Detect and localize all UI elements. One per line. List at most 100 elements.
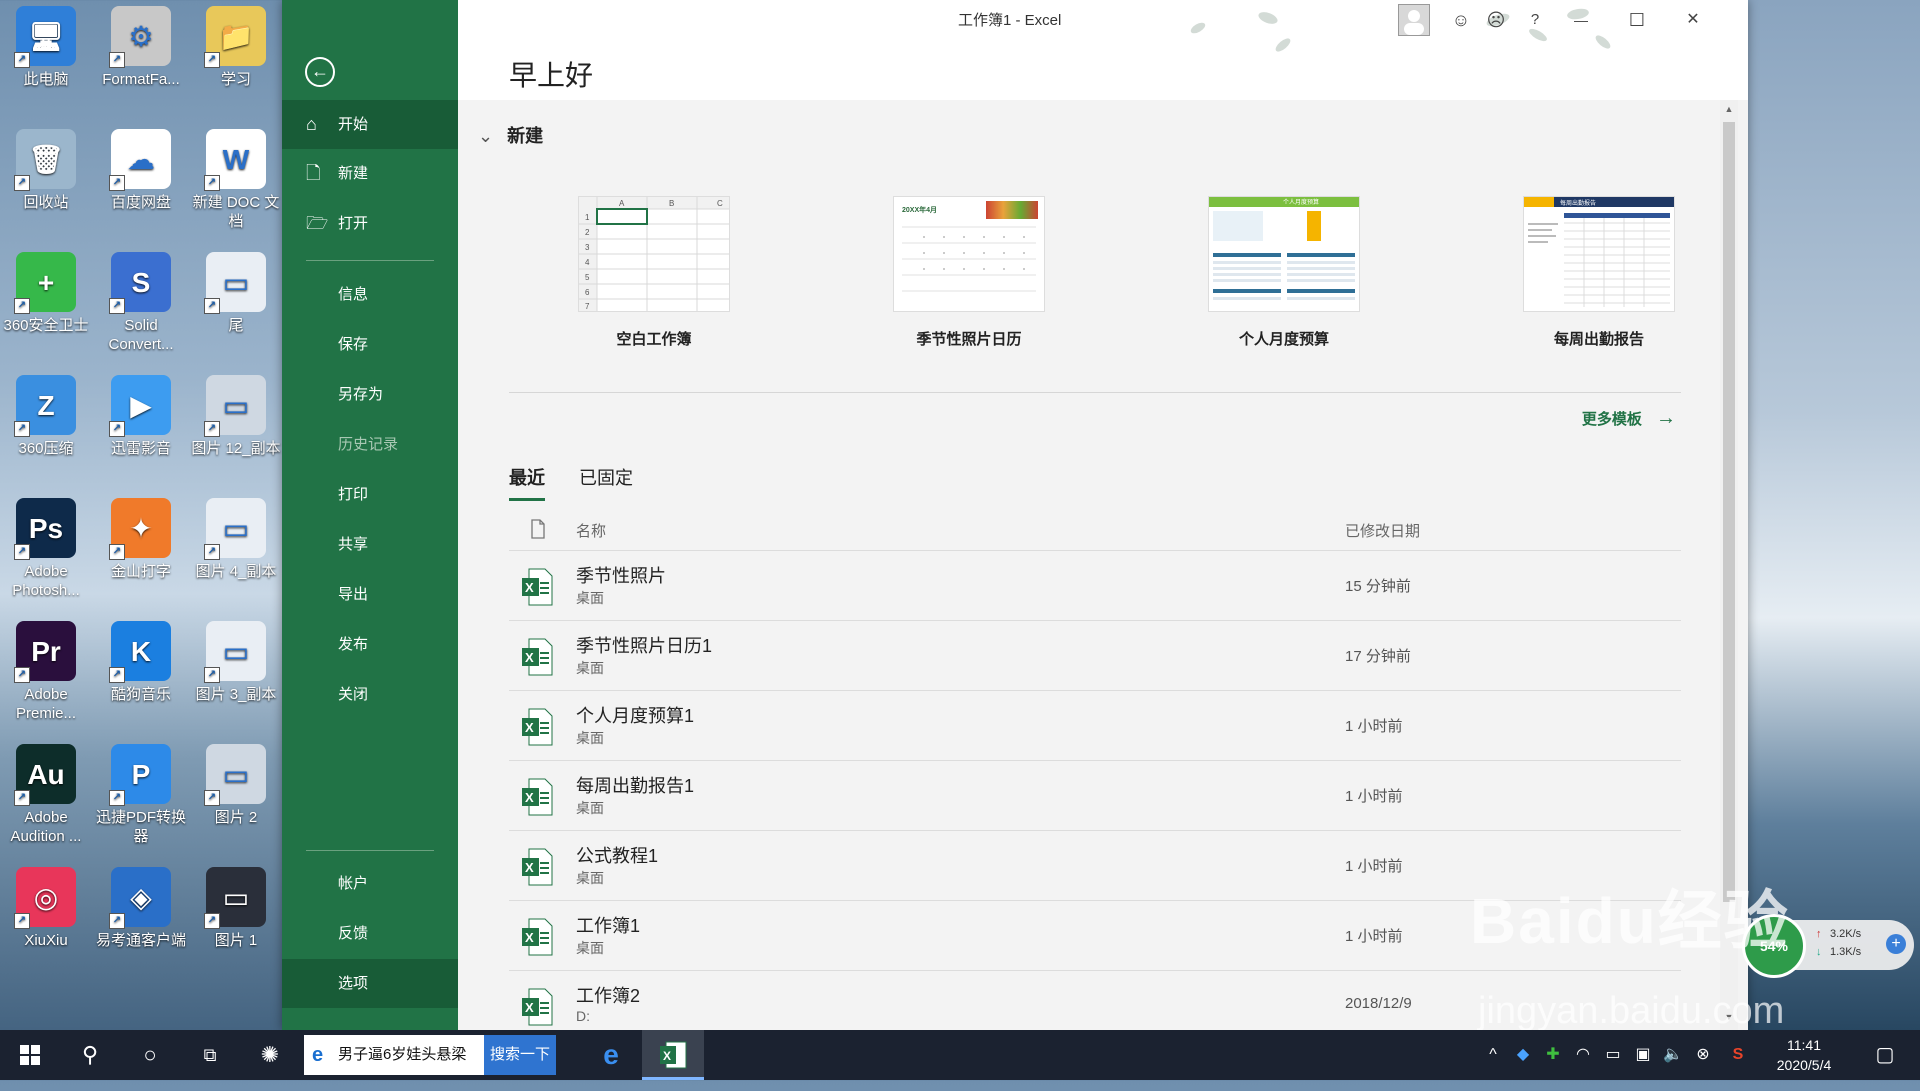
scroll-up-icon[interactable]: ▲ xyxy=(1723,104,1735,118)
taskbar-search-button[interactable]: 搜索一下 xyxy=(484,1035,556,1075)
desktop-icon[interactable]: ▭ ↗ 图片 12_副本 xyxy=(191,369,281,458)
volume-icon[interactable]: 🔈 xyxy=(1660,1030,1686,1080)
desktop-icon[interactable]: 🖥 ↗ 此电脑 xyxy=(1,0,91,89)
file-location: 桌面 xyxy=(576,800,604,816)
help-icon[interactable]: ? xyxy=(1522,8,1548,32)
add-icon[interactable]: + xyxy=(1886,934,1906,954)
search-icon[interactable]: ⚲ xyxy=(60,1030,120,1080)
sogou-ime-icon[interactable]: S xyxy=(1725,1030,1751,1080)
show-hidden-icons-icon[interactable]: ^ xyxy=(1480,1030,1506,1080)
desktop-icon-label: 图片 12_副本 xyxy=(191,440,281,457)
desktop-icon[interactable]: ▭ ↗ 图片 3_副本 xyxy=(191,615,281,704)
desktop-icon[interactable]: 🗑 ↗ 回收站 xyxy=(1,123,91,212)
file-location: D: xyxy=(576,1008,590,1024)
sidebar-item-label: 保存 xyxy=(338,336,369,353)
excel-app-icon: X xyxy=(660,1041,687,1069)
file-location: 桌面 xyxy=(576,870,604,886)
tab-recent[interactable]: 最近 xyxy=(509,464,545,501)
desktop-app-icon: ◈ ↗ xyxy=(109,867,171,929)
template-personal-monthly-budget[interactable]: 个人月度预算 个人月度预算 xyxy=(1169,196,1399,349)
template-seasonal-photo-calendar[interactable]: 20XX年4月 季节性照片日历 xyxy=(854,196,1084,349)
start-button[interactable] xyxy=(0,1030,60,1080)
desktop-icon[interactable]: ✦ ↗ 金山打字 xyxy=(96,492,186,581)
frown-icon[interactable]: ☹ xyxy=(1483,8,1509,32)
360-tray-icon[interactable]: ✚ xyxy=(1540,1030,1566,1080)
recent-file-row[interactable]: X 个人月度预算1 桌面 1 小时前 xyxy=(509,690,1681,761)
desktop-icon[interactable]: W ↗ 新建 DOC 文档 xyxy=(191,123,281,231)
desktop-icon[interactable]: ▭ ↗ 尾 xyxy=(191,246,281,335)
cube-tray-icon[interactable]: ◆ xyxy=(1510,1030,1536,1080)
smile-icon[interactable]: ☺ xyxy=(1448,8,1474,32)
desktop-icon[interactable]: Z ↗ 360压缩 xyxy=(1,369,91,458)
sidebar-item-print[interactable]: 打印 xyxy=(282,470,458,519)
clock-date: 2020/5/4 xyxy=(1776,1057,1832,1073)
desktop-icon[interactable]: ▭ ↗ 图片 4_副本 xyxy=(191,492,281,581)
recent-file-row[interactable]: X 季节性照片 桌面 15 分钟前 xyxy=(509,550,1681,621)
sidebar-item-share[interactable]: 共享 xyxy=(282,520,458,569)
desktop-icon[interactable]: K ↗ 酷狗音乐 xyxy=(96,615,186,704)
close-icon[interactable]: ✕ xyxy=(1680,8,1706,32)
open-folder-icon: 🗁 xyxy=(306,213,329,233)
desktop-icon[interactable]: ▭ ↗ 图片 1 xyxy=(191,861,281,950)
task-view-icon[interactable]: ⧉ xyxy=(180,1030,240,1080)
taskbar-clock[interactable]: 11:41 2020/5/4 xyxy=(1764,1035,1844,1075)
desktop-icon[interactable]: 📁 ↗ 学习 xyxy=(191,0,281,89)
sidebar-item-home[interactable]: ⌂ 开始 xyxy=(282,100,458,149)
desktop-icon[interactable]: ☁ ↗ 百度网盘 xyxy=(96,123,186,212)
desktop-icon[interactable]: Ps ↗ Adobe Photosh... xyxy=(1,492,91,600)
column-header-modified[interactable]: 已修改日期 xyxy=(1345,520,1420,541)
sidebar-item-feedback[interactable]: 反馈 xyxy=(282,909,458,958)
edge-browser-icon[interactable]: e xyxy=(580,1030,642,1080)
tab-pinned[interactable]: 已固定 xyxy=(579,464,633,490)
cortana-icon[interactable]: ○ xyxy=(120,1030,180,1080)
sidebar-item-close[interactable]: 关闭 xyxy=(282,670,458,719)
maximize-icon[interactable]: ☐ xyxy=(1624,8,1650,32)
sidebar-item-export[interactable]: 导出 xyxy=(282,570,458,619)
sidebar-item-options[interactable]: 选项 xyxy=(282,959,458,1008)
recent-file-row[interactable]: X 季节性照片日历1 桌面 17 分钟前 xyxy=(509,620,1681,691)
sidebar-item-save[interactable]: 保存 xyxy=(282,320,458,369)
sidebar-divider xyxy=(306,260,434,261)
network-off-icon[interactable]: ⊗ xyxy=(1690,1030,1716,1080)
minimize-icon[interactable]: — xyxy=(1568,8,1594,32)
taskbar-search-input[interactable]: e 男子逼6岁娃头悬梁 xyxy=(304,1035,484,1075)
desktop-icon[interactable]: Au ↗ Adobe Audition ... xyxy=(1,738,91,846)
desktop-icon[interactable]: ⚙ ↗ FormatFa... xyxy=(96,0,186,89)
more-templates-link[interactable]: 更多模板 → xyxy=(1582,407,1676,430)
sidebar-item-history[interactable]: 历史记录 xyxy=(282,420,458,469)
excel-taskbar-button[interactable]: X xyxy=(642,1030,704,1080)
desktop-icon[interactable]: + ↗ 360安全卫士 xyxy=(1,246,91,335)
back-arrow-icon[interactable]: ← xyxy=(305,57,335,87)
column-header-name[interactable]: 名称 xyxy=(576,520,606,541)
sidebar-item-save-as[interactable]: 另存为 xyxy=(282,370,458,419)
desktop-icon-label: 尾 xyxy=(228,317,244,334)
scrollbar-thumb[interactable] xyxy=(1723,122,1735,902)
desktop-icon[interactable]: S ↗ Solid Convert... xyxy=(96,246,186,354)
template-blank-workbook[interactable]: A B C 1 2 3 4 5 6 7 空白工作簿 xyxy=(539,196,769,349)
sidebar-item-open[interactable]: 🗁 打开 xyxy=(282,199,458,248)
display-icon[interactable]: ▣ xyxy=(1630,1030,1656,1080)
desktop-icon[interactable]: ◎ ↗ XiuXiu xyxy=(1,861,91,950)
new-section-header[interactable]: ⌄ 新建 xyxy=(478,122,543,148)
recent-file-row[interactable]: X 每周出勤报告1 桌面 1 小时前 xyxy=(509,760,1681,831)
sidebar-item-new[interactable]: 🗋 新建 xyxy=(282,149,458,198)
sidebar-item-account[interactable]: 帐户 xyxy=(282,859,458,908)
desktop-icon[interactable]: P ↗ 迅捷PDF转换器 xyxy=(96,738,186,846)
desktop-icon[interactable]: ▭ ↗ 图片 2 xyxy=(191,738,281,827)
excel-file-icon: X xyxy=(522,988,553,1026)
action-center-icon[interactable]: ▢ xyxy=(1860,1030,1910,1080)
wifi-icon[interactable]: ◠ xyxy=(1570,1030,1596,1080)
pinwheel-app-icon[interactable]: ✺ xyxy=(240,1030,300,1080)
account-avatar[interactable] xyxy=(1398,4,1430,36)
shortcut-arrow-icon: ↗ xyxy=(204,667,220,683)
desktop-icon-label: Solid Convert... xyxy=(108,317,174,353)
sidebar-item-publish[interactable]: 发布 xyxy=(282,620,458,669)
desktop-icon[interactable]: ▶ ↗ 迅雷影音 xyxy=(96,369,186,458)
desktop-icon[interactable]: ◈ ↗ 易考通客户端 xyxy=(96,861,186,950)
sidebar-item-info[interactable]: 信息 xyxy=(282,270,458,319)
shortcut-arrow-icon: ↗ xyxy=(14,913,30,929)
desktop-icon-label: 易考通客户端 xyxy=(96,932,187,949)
desktop-icon[interactable]: Pr ↗ Adobe Premie... xyxy=(1,615,91,723)
battery-icon[interactable]: ▭ xyxy=(1600,1030,1626,1080)
template-weekly-attendance-report[interactable]: 每周出勤报告 每周出勤报告 xyxy=(1484,196,1714,349)
